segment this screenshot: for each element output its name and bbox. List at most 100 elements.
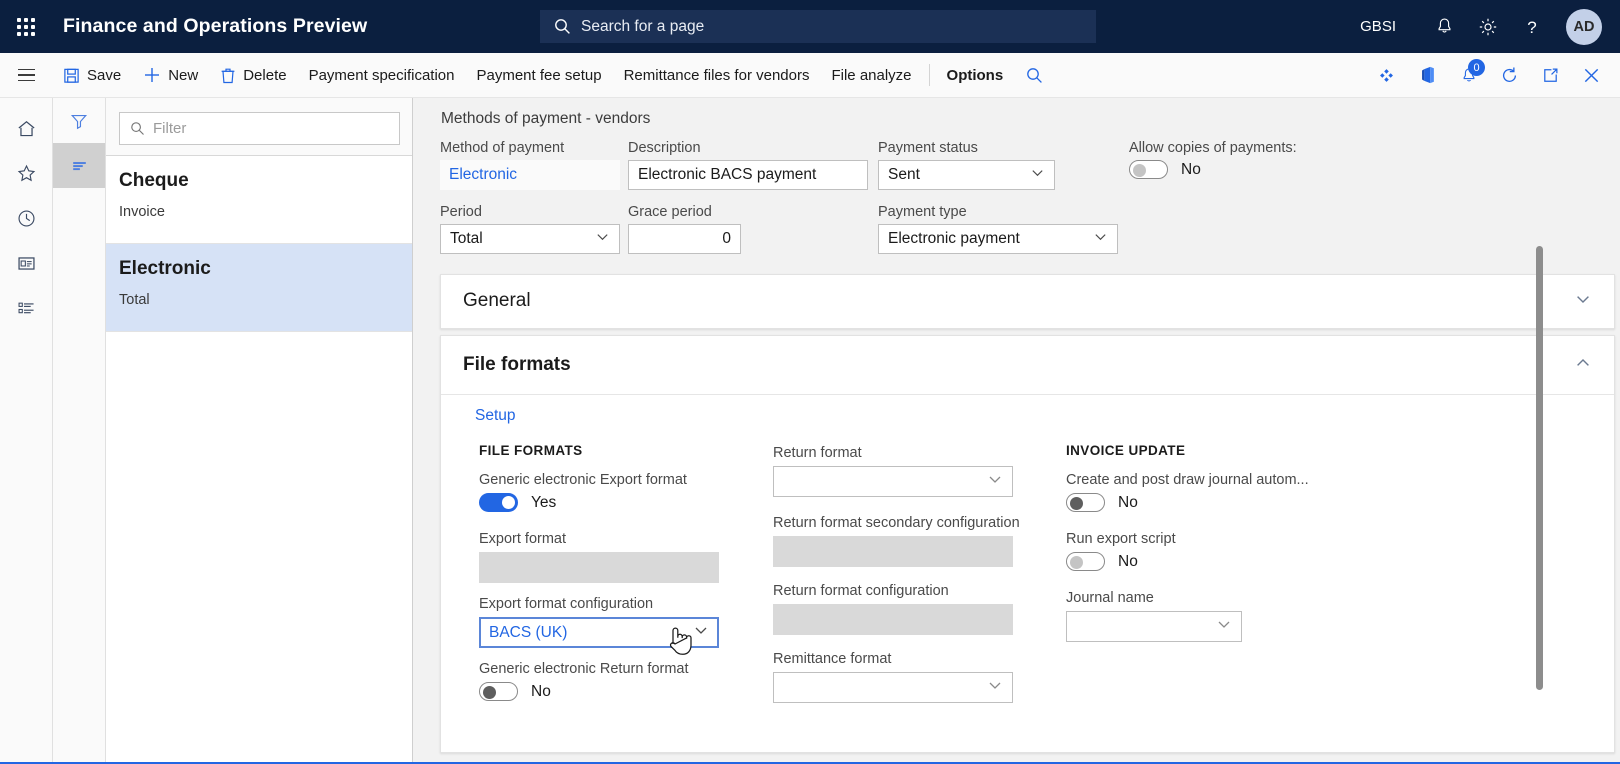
- payment-type-label: Payment type: [878, 204, 967, 220]
- bell-icon[interactable]: [1422, 0, 1466, 53]
- export-format-input: [479, 552, 719, 583]
- recent-clock-icon[interactable]: [0, 196, 53, 241]
- left-navigation-rail: [0, 98, 53, 763]
- run-export-script-toggle[interactable]: [1066, 552, 1105, 571]
- refresh-icon[interactable]: [1489, 53, 1530, 97]
- list-filter-rail: [53, 98, 106, 763]
- popout-icon[interactable]: [1530, 53, 1571, 97]
- chevron-down-icon[interactable]: [987, 471, 1003, 492]
- file-analyze-button[interactable]: File analyze: [820, 53, 922, 97]
- generic-return-format-toggle[interactable]: [479, 682, 518, 701]
- save-button[interactable]: Save: [52, 53, 132, 97]
- records-list: Cheque Invoice Electronic Total: [106, 155, 412, 332]
- avatar[interactable]: AD: [1566, 8, 1602, 45]
- chevron-down-icon: [1093, 229, 1108, 249]
- file-formats-tabstrip: Setup: [441, 395, 1614, 429]
- chevron-down-icon[interactable]: [1216, 616, 1232, 637]
- global-search-placeholder: Search for a page: [581, 17, 705, 35]
- file-formats-section-title: File formats: [463, 354, 571, 375]
- payment-status-field: Payment status Sent: [878, 140, 1055, 190]
- general-section-header[interactable]: General: [441, 275, 1614, 327]
- filter-input[interactable]: Filter: [119, 112, 400, 145]
- grace-period-input[interactable]: 0: [628, 224, 741, 254]
- payment-type-select[interactable]: Electronic payment: [878, 224, 1118, 254]
- run-export-script-value: No: [1118, 552, 1138, 570]
- period-select[interactable]: Total: [440, 224, 620, 254]
- payment-status-select[interactable]: Sent: [878, 160, 1055, 190]
- remittance-format-select[interactable]: [773, 672, 1013, 703]
- export-format-configuration-select[interactable]: BACS (UK): [479, 617, 719, 648]
- global-search-input[interactable]: Search for a page: [540, 10, 1096, 43]
- list-item-subtitle: Total: [119, 292, 150, 308]
- notifications-icon[interactable]: 0: [1448, 53, 1489, 97]
- close-icon[interactable]: [1571, 53, 1612, 97]
- return-formats-column: Return format Return format secondary co…: [773, 445, 1020, 703]
- payment-type-value: Electronic payment: [888, 230, 1020, 247]
- records-list-panel: Filter Cheque Invoice Electronic Total: [106, 98, 413, 763]
- attachments-icon[interactable]: [1366, 53, 1407, 97]
- create-post-draw-journal-value: No: [1118, 493, 1138, 511]
- allow-copies-toggle[interactable]: [1129, 160, 1168, 179]
- plus-icon: [143, 66, 161, 84]
- generic-return-format-value: No: [531, 682, 551, 700]
- chevron-down-icon: [1030, 165, 1045, 185]
- description-input[interactable]: Electronic BACS payment: [628, 160, 868, 190]
- file-formats-section: File formats Setup FILE FORMATS Generic …: [440, 335, 1615, 753]
- export-format-label: Export format: [479, 531, 567, 547]
- return-format-label: Return format: [773, 445, 862, 461]
- list-view-icon[interactable]: [53, 143, 105, 188]
- list-item[interactable]: Cheque Invoice: [106, 156, 412, 244]
- create-post-draw-journal-toggle[interactable]: [1066, 493, 1105, 512]
- journal-name-label: Journal name: [1066, 590, 1154, 606]
- options-button[interactable]: Options: [936, 53, 1015, 97]
- filter-icon[interactable]: [53, 98, 105, 143]
- chevron-down-icon: [595, 229, 610, 249]
- new-button[interactable]: New: [132, 53, 209, 97]
- delete-button[interactable]: Delete: [209, 53, 297, 97]
- chevron-down-icon[interactable]: [987, 677, 1003, 698]
- export-format-configuration-label: Export format configuration: [479, 596, 654, 612]
- company-selector[interactable]: GBSI: [1360, 18, 1396, 35]
- return-format-secondary-configuration-label: Return format secondary configuration: [773, 515, 1020, 531]
- svg-text:?: ?: [1527, 18, 1536, 37]
- home-icon[interactable]: [0, 106, 53, 151]
- return-format-select[interactable]: [773, 466, 1013, 497]
- payment-fee-setup-button[interactable]: Payment fee setup: [465, 53, 612, 97]
- period-label: Period: [440, 204, 482, 220]
- file-formats-column: FILE FORMATS Generic electronic Export f…: [479, 443, 721, 701]
- command-bar-right-actions: 0: [1366, 53, 1612, 97]
- chevron-down-icon[interactable]: [693, 622, 709, 643]
- app-launcher-icon[interactable]: [0, 0, 52, 53]
- generic-export-format-toggle[interactable]: [479, 493, 518, 512]
- journal-name-select[interactable]: [1066, 611, 1242, 642]
- gear-icon[interactable]: [1466, 0, 1510, 53]
- list-item[interactable]: Electronic Total: [106, 244, 412, 332]
- favorites-star-icon[interactable]: [0, 151, 53, 196]
- delete-button-label: Delete: [243, 66, 287, 84]
- payment-specification-button[interactable]: Payment specification: [298, 53, 466, 97]
- generic-export-format-label: Generic electronic Export format: [479, 472, 687, 488]
- workspace-vertical-scrollbar[interactable]: [1536, 246, 1543, 690]
- tab-setup[interactable]: Setup: [475, 407, 516, 424]
- allow-copies-of-payments-field: Allow copies of payments: No: [1129, 140, 1389, 179]
- remittance-files-for-vendors-button[interactable]: Remittance files for vendors: [613, 53, 821, 97]
- command-bar: Save New Delete Payment specification Pa…: [0, 53, 1620, 98]
- payment-specification-label: Payment specification: [308, 66, 455, 84]
- command-bar-search-icon[interactable]: [1014, 53, 1055, 97]
- app-title: Finance and Operations Preview: [63, 15, 368, 37]
- method-of-payment-input[interactable]: Electronic: [440, 160, 620, 190]
- file-formats-section-body: Setup FILE FORMATS Generic electronic Ex…: [441, 394, 1614, 721]
- help-icon[interactable]: ?: [1510, 0, 1554, 53]
- method-of-payment-field: Method of payment Electronic: [440, 140, 620, 190]
- chevron-up-icon[interactable]: [1574, 354, 1592, 377]
- file-formats-section-header[interactable]: File formats: [441, 336, 1614, 394]
- workspaces-icon[interactable]: [0, 241, 53, 286]
- office-app-icon[interactable]: [1407, 53, 1448, 97]
- top-navigation-bar: Finance and Operations Preview Search fo…: [0, 0, 1620, 53]
- navigation-menu-icon[interactable]: [0, 53, 52, 97]
- chevron-down-icon[interactable]: [1574, 290, 1592, 313]
- command-bar-divider: [928, 64, 930, 86]
- top-navigation-actions: GBSI ? AD: [1360, 0, 1620, 53]
- modules-list-icon[interactable]: [0, 286, 53, 331]
- page-title: Methods of payment - vendors: [441, 110, 651, 127]
